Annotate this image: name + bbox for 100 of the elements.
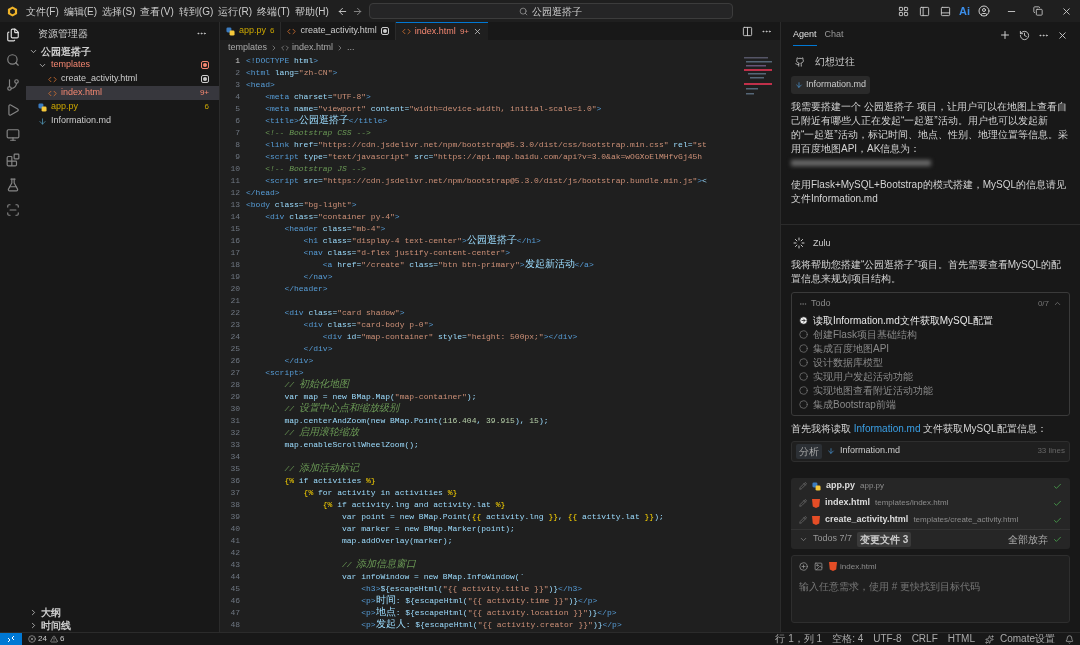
explorer-item[interactable]: Information.md (26, 114, 219, 128)
sidebar-toggle-icon[interactable] (919, 5, 930, 17)
menu-item[interactable]: 查看(V) (140, 3, 174, 19)
status-item[interactable]: 行 1，列 1 (775, 634, 823, 644)
menu-item[interactable]: 帮助(H) (294, 3, 329, 19)
menu-item[interactable]: 编辑(E) (63, 3, 98, 19)
status-item[interactable]: CRLF (911, 634, 938, 644)
chat-input[interactable]: 输入任意需求，使用 # 更快找到目标代码 (799, 578, 1062, 594)
extensions-activity-icon[interactable] (6, 153, 20, 167)
editor-tab[interactable]: index.html 9+ (395, 22, 488, 40)
code-file-icon (281, 43, 290, 52)
warning-count[interactable]: 6 (59, 633, 65, 645)
testing-activity-icon[interactable] (6, 178, 20, 192)
code-line: var marker = new BMap.Marker(point); (341, 523, 515, 535)
discard-all-button[interactable]: 全部放弃 (1008, 531, 1048, 547)
code-file-icon (287, 26, 297, 36)
status-item[interactable]: 空格: 4 (832, 634, 864, 644)
code-line: <script> (264, 367, 304, 378)
breadcrumb-item[interactable]: templates (228, 40, 268, 55)
file-name: app.py (51, 100, 79, 114)
image-icon[interactable] (814, 562, 823, 571)
line-number: 6 (234, 115, 241, 127)
ai-button[interactable]: Ai (959, 2, 970, 20)
changed-file-name[interactable]: create_activity.html (825, 513, 909, 527)
section-header[interactable]: 大纲 (26, 606, 219, 619)
todo-count: 0/7 (1037, 297, 1049, 310)
tab-label: create_activity.html (300, 24, 377, 38)
scan-activity-icon[interactable] (6, 203, 20, 217)
todo-item-text: 集成Bootstrap前端 (813, 398, 896, 412)
folder-name: 公园逛搭子 (41, 44, 91, 59)
search-activity-icon[interactable] (6, 53, 20, 67)
close-tab-icon[interactable] (473, 27, 482, 36)
menu-item[interactable]: 选择(S) (102, 3, 136, 19)
attachment-chip[interactable]: Information.md (791, 76, 871, 94)
line-number: 42 (229, 547, 241, 559)
todo-item-text: 设计数据库模型 (813, 356, 883, 370)
explorer-item[interactable]: app.py 6 (26, 100, 219, 114)
chat-input-box[interactable]: index.html 输入任意需求，使用 # 更快找到目标代码 (791, 554, 1070, 623)
file-link[interactable]: Information.md (853, 422, 921, 434)
code-line: <link href="https://cdn.jsdelivr.net/npm/bootstrap@5.3.0/dist/css/bootstrap.min.css" rel="st (264, 139, 707, 151)
python-file-icon (226, 26, 235, 36)
explorer-item[interactable]: templates (26, 58, 219, 72)
line-number: 9 (234, 151, 241, 163)
restore-icon[interactable] (1033, 6, 1043, 16)
new-chat-icon[interactable] (999, 29, 1011, 41)
code-line: // 添加活动标记 (283, 463, 359, 475)
git-activity-icon[interactable] (6, 78, 20, 92)
section-header[interactable]: 时间线 (26, 619, 219, 632)
search-field[interactable]: 公园逛搭子 (368, 3, 733, 19)
code-line: </div> (283, 355, 314, 367)
changed-files-tag[interactable]: 变更文件 3 (857, 531, 912, 547)
line-number: 24 (229, 331, 241, 343)
explorer-item[interactable]: index.html 9+ (26, 86, 219, 100)
comate-settings[interactable]: Comate设置 (1000, 634, 1055, 644)
file-path: templates/create_activity.html (913, 514, 1019, 526)
section-title: 时间线 (41, 619, 71, 633)
context-file[interactable]: index.html (840, 560, 877, 573)
split-editor-icon[interactable] (742, 25, 753, 37)
add-icon[interactable] (799, 562, 808, 571)
code-line: var map = new BMap.Map("map-container"); (283, 391, 477, 402)
files-activity-icon[interactable] (6, 28, 20, 42)
remote-button[interactable] (0, 633, 22, 645)
panel-tab[interactable]: Chat (824, 24, 844, 46)
back-arrow-icon[interactable] (336, 5, 348, 17)
line-number: 10 (229, 163, 241, 175)
account-icon[interactable] (978, 5, 990, 17)
menu-item[interactable]: 转到(G) (178, 3, 214, 19)
panel-toggle-icon[interactable] (940, 5, 951, 17)
menu-item[interactable]: 运行(R) (218, 3, 253, 19)
run-activity-icon[interactable] (6, 103, 20, 117)
forward-arrow-icon[interactable] (351, 5, 363, 17)
changed-file-name[interactable]: index.html (825, 496, 870, 510)
remote-activity-icon[interactable] (6, 128, 20, 142)
editor-tab[interactable]: create_activity.html (281, 22, 396, 40)
todo-item-text: 实现用户发起活动功能 (813, 370, 913, 384)
line-number: 1 (234, 55, 241, 67)
editor-tab[interactable]: app.py 6 (220, 22, 282, 40)
code-line: <div class="card-body p-0"> (302, 319, 434, 331)
status-item[interactable]: HTML (947, 634, 975, 644)
line-number: 30 (229, 403, 241, 415)
close-icon[interactable] (1061, 5, 1072, 17)
code-line: map.centerAndZoom(new BMap.Point(116.404, 39.915), 15); (283, 415, 549, 426)
error-count[interactable]: 24 (38, 633, 47, 645)
explorer-item[interactable]: create_activity.html (26, 72, 219, 86)
history-icon[interactable] (1019, 29, 1030, 41)
breadcrumb-item[interactable]: index.html (292, 40, 334, 55)
panel-tab[interactable]: Agent (793, 23, 817, 47)
app-logo-icon (7, 5, 18, 17)
menu-item[interactable]: 文件(F) (26, 3, 59, 19)
line-number: 47 (229, 607, 241, 619)
status-item[interactable]: UTF-8 (873, 634, 902, 644)
project-folder[interactable]: 公园逛搭子 (26, 44, 219, 58)
notification-icon[interactable] (1065, 634, 1074, 644)
layout-icon[interactable] (898, 5, 909, 17)
changed-file-name[interactable]: app.py (826, 479, 855, 493)
menu-item[interactable]: 终端(T) (257, 3, 290, 19)
line-number: 14 (229, 211, 241, 223)
code-line: var infoWindow = new BMap.InfoWindow(` (341, 571, 525, 583)
breadcrumb-item[interactable]: ... (347, 40, 355, 55)
close-icon[interactable] (1057, 29, 1068, 41)
